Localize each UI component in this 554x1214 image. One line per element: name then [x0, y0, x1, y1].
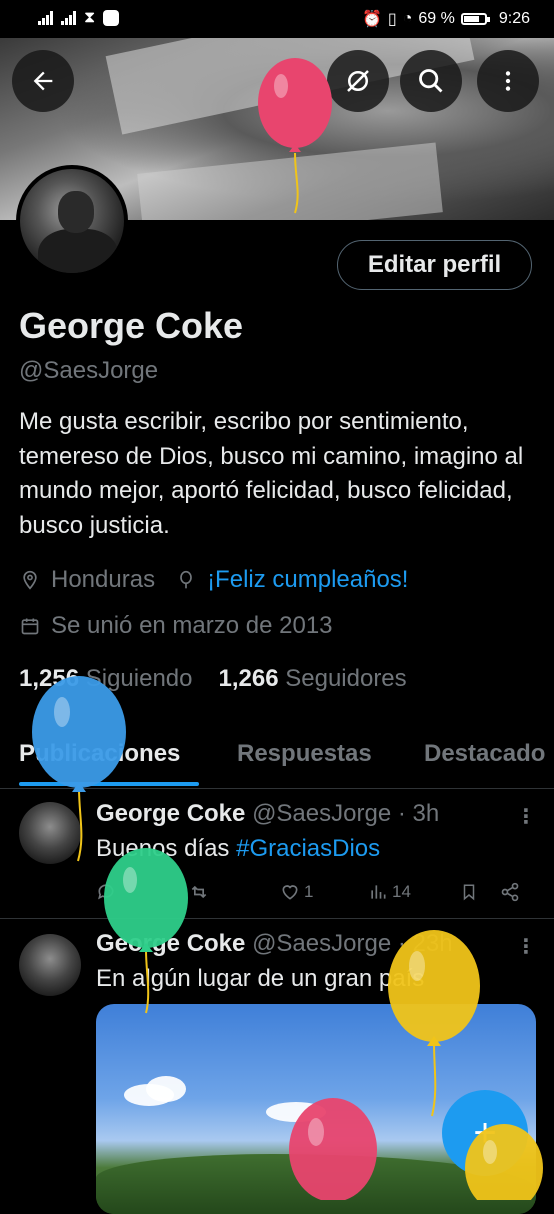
- post-header: George Coke @SaesJorge · 3h: [96, 800, 439, 828]
- post-more-button[interactable]: ⋮: [516, 804, 536, 829]
- followers-link[interactable]: 1,266 Seguidores: [219, 665, 407, 693]
- bookmark-button[interactable]: [460, 882, 478, 902]
- views-button[interactable]: 14: [368, 882, 411, 902]
- battery-icon: [460, 13, 490, 25]
- profile-location: Honduras: [51, 566, 156, 593]
- back-arrow-icon: [33, 71, 53, 91]
- share-button[interactable]: [500, 882, 520, 902]
- bookmark-icon: [463, 884, 475, 901]
- data-saver-icon: ◔: [402, 10, 413, 27]
- tab-respuestas[interactable]: Respuestas: [237, 740, 372, 768]
- alarm-icon: ⏰: [361, 11, 382, 28]
- battery-percent: 69 %: [418, 10, 455, 27]
- vibrate-icon: ▯: [387, 11, 397, 28]
- post-avatar[interactable]: [19, 934, 81, 996]
- shield-app-icon: [103, 10, 120, 26]
- birthday-link[interactable]: ¡Feliz cumpleaños!: [207, 566, 408, 594]
- hide-icon: [347, 70, 369, 92]
- search-icon: [419, 69, 443, 93]
- profile-meta-row: Honduras ¡Feliz cumpleaños!: [19, 566, 408, 594]
- heart-icon: [282, 885, 298, 900]
- balloon-icon: [258, 58, 332, 214]
- hashtag-link[interactable]: #GraciasDios: [236, 835, 380, 862]
- tab-destacado[interactable]: Destacado: [424, 740, 545, 768]
- back-button[interactable]: [12, 50, 74, 112]
- share-icon: [501, 882, 519, 902]
- repost-icon: [191, 885, 207, 899]
- calendar-icon: [19, 615, 41, 637]
- balloon-icon: [388, 930, 480, 1117]
- profile-avatar[interactable]: [16, 165, 128, 277]
- post-more-button[interactable]: ⋮: [516, 934, 536, 959]
- more-options-button[interactable]: [477, 50, 539, 112]
- clock: 9:26: [498, 10, 530, 27]
- location-icon: [19, 569, 41, 591]
- more-vertical-icon: [505, 71, 511, 91]
- joined-row: Se unió en marzo de 2013: [19, 612, 333, 640]
- profile-bio: Me gusta escribir, escribo por sentimien…: [19, 408, 524, 539]
- status-bar: ⧗ ⏰ ▯ ◔ 69 % 9:26: [0, 0, 554, 38]
- balloon-icon: [175, 569, 197, 591]
- view-count: 14: [392, 882, 411, 901]
- joined-date: Se unió en marzo de 2013: [51, 612, 333, 639]
- post-meta: @SaesJorge · 3h: [252, 800, 440, 827]
- edit-profile-button[interactable]: Editar perfil: [337, 240, 532, 290]
- search-button[interactable]: [400, 50, 462, 112]
- hourglass-icon: ⧗: [84, 9, 96, 26]
- post-divider: [0, 918, 554, 919]
- profile-name: George Coke: [19, 305, 244, 346]
- balloon-icon: [104, 848, 188, 1014]
- like-button[interactable]: 1: [280, 882, 313, 902]
- profile-handle: @SaesJorge: [19, 357, 159, 384]
- views-icon: [371, 885, 386, 899]
- hide-button[interactable]: [327, 50, 389, 112]
- signal-icon-2: [61, 11, 76, 25]
- repost-button[interactable]: [188, 882, 210, 902]
- signal-icon: [38, 11, 53, 25]
- like-count: 1: [304, 882, 314, 901]
- balloon-icon: [32, 676, 126, 862]
- balloon-icon: [289, 1098, 377, 1200]
- balloon-icon: [465, 1124, 543, 1200]
